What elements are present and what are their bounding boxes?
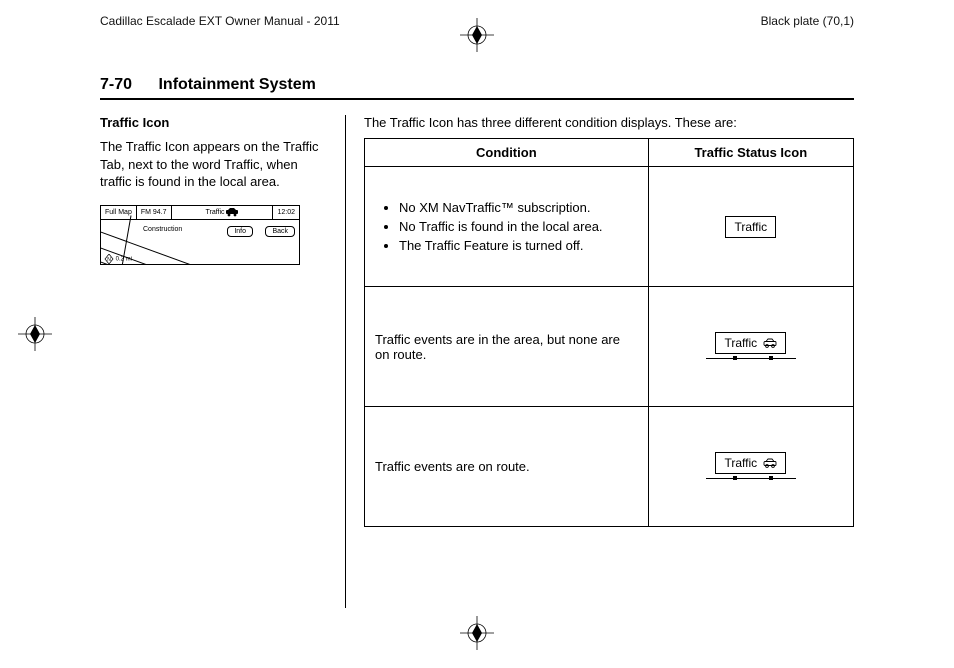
plate-info: Black plate (70,1) (761, 14, 854, 28)
traffic-status-badge: Traffic (725, 216, 776, 238)
nav-back-button: Back (265, 226, 295, 237)
car-icon (763, 338, 777, 348)
manual-title: Cadillac Escalade EXT Owner Manual - 201… (100, 14, 340, 28)
print-header: Cadillac Escalade EXT Owner Manual - 201… (100, 14, 854, 28)
section-title: Infotainment System (158, 76, 315, 93)
page-heading: 7-70 Infotainment System (100, 76, 316, 94)
list-item: No Traffic is found in the local area. (399, 219, 638, 234)
condition-cell: No XM NavTraffic™ subscription. No Traff… (365, 167, 649, 287)
nav-traffic-tab: Traffic (172, 206, 274, 219)
icon-cell: Traffic (648, 167, 853, 287)
svg-text:N: N (107, 257, 111, 263)
crop-mark-left (18, 317, 52, 351)
traffic-icon-heading: Traffic Icon (100, 115, 327, 130)
page-rule (100, 98, 854, 100)
nav-time: 12:02 (273, 206, 299, 219)
table-row: No XM NavTraffic™ subscription. No Traff… (365, 167, 854, 287)
nav-screenshot-illustration: Full Map FM 94.7 Traffic 12:02 Construct… (100, 205, 300, 265)
traffic-underline (706, 476, 796, 482)
list-item: No XM NavTraffic™ subscription. (399, 200, 638, 215)
traffic-status-badge: Traffic (715, 332, 786, 354)
icon-cell: Traffic (648, 407, 853, 527)
traffic-badge-label: Traffic (724, 456, 757, 470)
traffic-condition-table: Condition Traffic Status Icon No XM NavT… (364, 138, 854, 527)
nav-scale-text: 0.2 mi (116, 256, 132, 262)
content-area: Traffic Icon The Traffic Icon appears on… (100, 115, 854, 608)
traffic-badge-label: Traffic (724, 336, 757, 350)
nav-fm-tab: FM 94.7 (137, 206, 172, 219)
traffic-badge-label: Traffic (734, 220, 767, 234)
nav-info-button: Info (227, 226, 253, 237)
icon-cell: Traffic (648, 287, 853, 407)
list-item: The Traffic Feature is turned off. (399, 238, 638, 253)
table-row: Traffic events are in the area, but none… (365, 287, 854, 407)
nav-traffic-tab-label: Traffic (205, 209, 224, 216)
th-icon: Traffic Status Icon (648, 139, 853, 167)
nav-scale: N 0.2 mi (104, 254, 132, 264)
traffic-icon-paragraph: The Traffic Icon appears on the Traffic … (100, 138, 327, 191)
traffic-status-badge: Traffic (715, 452, 786, 474)
th-condition: Condition (365, 139, 649, 167)
table-intro: The Traffic Icon has three different con… (364, 115, 854, 130)
page-number: 7-70 (100, 76, 132, 93)
nav-construction-label: Construction (143, 226, 182, 233)
left-column: Traffic Icon The Traffic Icon appears on… (100, 115, 345, 608)
traffic-underline (706, 356, 796, 362)
car-icon (763, 458, 777, 468)
condition-cell: Traffic events are on route. (365, 407, 649, 527)
nav-full-map-tab: Full Map (101, 206, 137, 219)
crop-mark-bottom (460, 616, 494, 650)
car-icon (225, 207, 239, 217)
condition-cell: Traffic events are in the area, but none… (365, 287, 649, 407)
table-row: Traffic events are on route. Traffic (365, 407, 854, 527)
right-column: The Traffic Icon has three different con… (345, 115, 854, 608)
